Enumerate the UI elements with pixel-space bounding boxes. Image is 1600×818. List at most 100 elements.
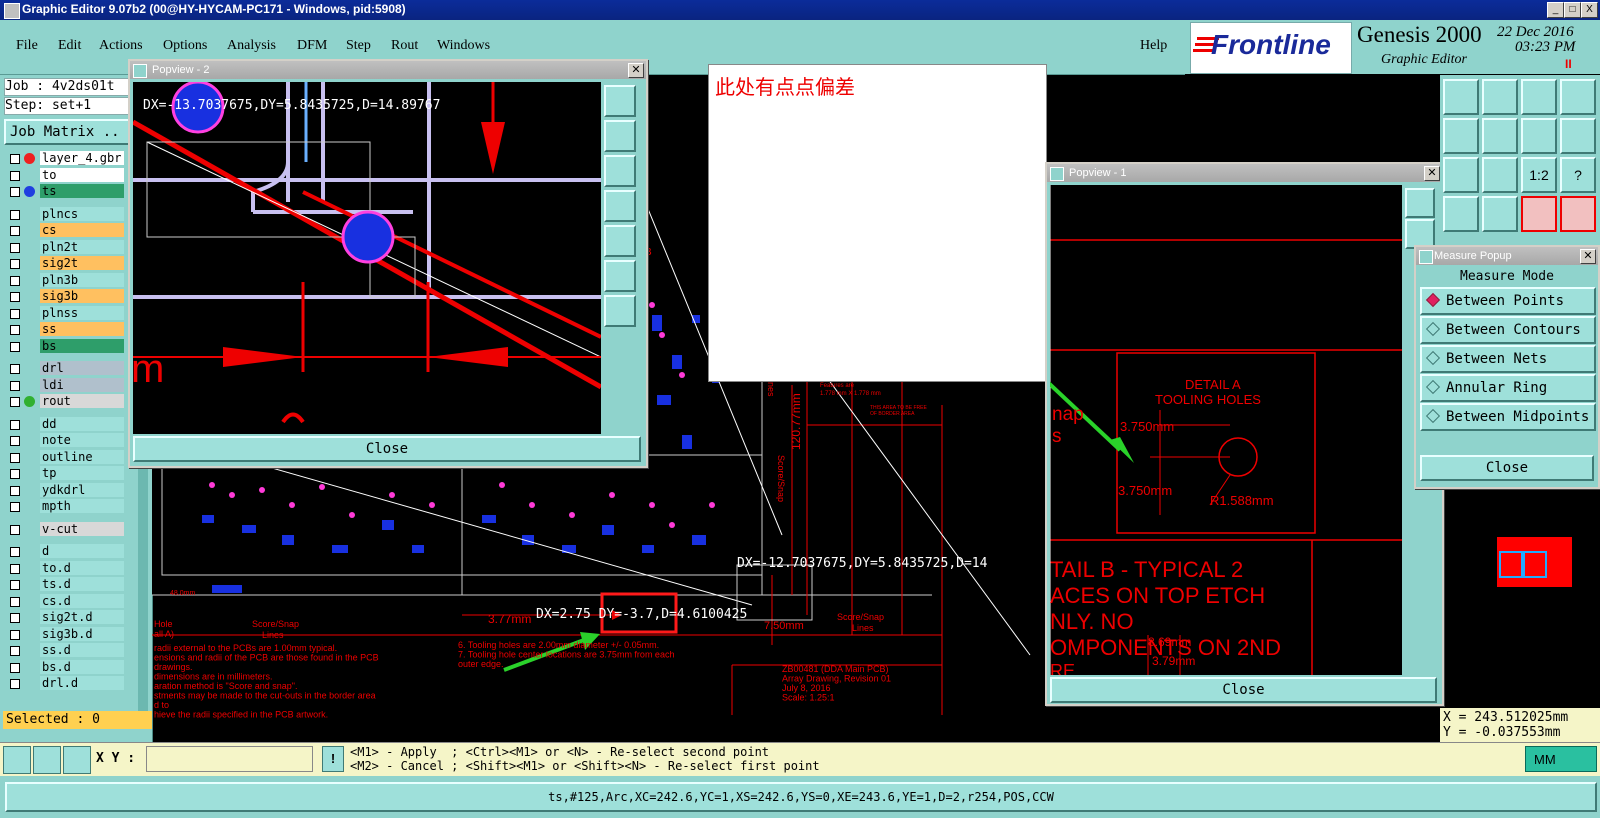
layer-checkbox[interactable] <box>10 209 20 220</box>
menu-actions[interactable]: Actions <box>99 38 143 54</box>
zoom-up-icon[interactable] <box>604 120 636 152</box>
popview-2-canvas[interactable]: DX=-13.7037675,DY=5.8435725,D=14.89767 m <box>133 82 601 434</box>
pan-right-icon[interactable] <box>604 225 636 257</box>
popview-2-close-button[interactable]: Close <box>133 436 641 462</box>
zoom-in-icon[interactable] <box>604 85 636 117</box>
menu-rout[interactable]: Rout <box>391 38 418 54</box>
layer-row[interactable]: ydkdrl <box>6 482 124 498</box>
layer-row[interactable]: bs.d <box>6 659 124 675</box>
layer-checkbox[interactable] <box>10 308 20 319</box>
measure-popup-close-button[interactable]: Close <box>1420 455 1594 481</box>
menu-options[interactable]: Options <box>163 38 207 54</box>
fit-icon[interactable] <box>604 260 636 292</box>
help-icon[interactable]: ? <box>1560 157 1596 193</box>
layer-checkbox[interactable] <box>10 292 20 302</box>
grid-mode-icon[interactable] <box>63 746 91 774</box>
layer-checkbox[interactable] <box>10 563 20 574</box>
mode-between-midpoints[interactable]: Between Midpoints <box>1420 403 1596 431</box>
layer-row[interactable]: ts.d <box>6 577 124 592</box>
layer-row[interactable]: ldi <box>6 377 124 393</box>
layer-row[interactable]: note <box>6 433 124 448</box>
layer-row[interactable]: d <box>6 544 124 559</box>
popview-1-canvas[interactable]: DETAIL A TOOLING HOLES 3.750mm 3.750mm R… <box>1050 185 1402 675</box>
mode-between-contours[interactable]: Between Contours <box>1420 316 1596 344</box>
layer-row[interactable]: plncs <box>6 206 124 222</box>
pan-right-icon[interactable] <box>1482 118 1518 154</box>
layer-checkbox[interactable] <box>10 524 20 535</box>
layer-checkbox[interactable] <box>10 547 20 557</box>
layer-checkbox[interactable] <box>10 436 20 446</box>
layer-row[interactable]: tp <box>6 466 124 481</box>
layer-checkbox[interactable] <box>10 629 20 640</box>
xy-input[interactable] <box>146 746 313 772</box>
popview-1-close-button[interactable]: Close <box>1050 677 1437 703</box>
center-icon[interactable] <box>1482 157 1518 193</box>
menu-edit[interactable]: Edit <box>58 38 81 54</box>
zoom-down-icon[interactable] <box>604 155 636 187</box>
layer-checkbox[interactable] <box>10 580 20 590</box>
minimize-button[interactable]: _ <box>1547 2 1564 18</box>
layer-row[interactable]: layer_4.gbr <box>6 151 124 166</box>
layer-checkbox[interactable] <box>10 325 20 335</box>
menu-step[interactable]: Step <box>346 38 371 54</box>
layer-checkbox[interactable] <box>10 226 20 236</box>
scale-icon[interactable]: 1:2 <box>1521 157 1557 193</box>
layer-checkbox[interactable] <box>10 596 20 607</box>
app-icon[interactable] <box>4 3 20 19</box>
layer-row[interactable]: sig3b.d <box>6 626 124 642</box>
layer-checkbox[interactable] <box>10 154 20 164</box>
layer-checkbox[interactable] <box>10 275 20 286</box>
layer-checkbox[interactable] <box>10 419 20 430</box>
layer-checkbox[interactable] <box>10 679 20 689</box>
angle-mode-icon[interactable] <box>33 746 61 774</box>
layer-row[interactable]: to.d <box>6 560 124 576</box>
layer-checkbox[interactable] <box>10 646 20 656</box>
units-select[interactable]: MM <box>1525 746 1597 772</box>
layer-checkbox[interactable] <box>10 502 20 512</box>
mode-between-points[interactable]: Between Points <box>1420 287 1596 315</box>
popview-2-close-icon[interactable]: ✕ <box>628 63 644 78</box>
mode-between-nets[interactable]: Between Nets <box>1420 345 1596 373</box>
layer-row[interactable]: bs <box>6 338 124 354</box>
layer-row[interactable]: v-cut <box>6 521 124 537</box>
measure-popup-close-icon[interactable]: ✕ <box>1580 249 1596 264</box>
layer-row[interactable]: pln2t <box>6 239 124 255</box>
layer-row[interactable]: drl.d <box>6 676 124 691</box>
route-icon[interactable] <box>1443 196 1479 232</box>
layer-checkbox[interactable] <box>10 259 20 269</box>
layer-row[interactable]: ss.d <box>6 643 124 658</box>
layer-row[interactable]: cs.d <box>6 593 124 609</box>
layer-row[interactable]: sig2t <box>6 256 124 271</box>
snap-icon[interactable] <box>1482 196 1518 232</box>
layer-checkbox[interactable] <box>10 242 20 253</box>
layer-row[interactable]: cs <box>6 223 124 238</box>
layer-checkbox[interactable] <box>10 170 20 181</box>
menu-analysis[interactable]: Analysis <box>227 38 276 54</box>
layer-checkbox[interactable] <box>10 380 20 391</box>
layer-row[interactable]: plnss <box>6 305 124 321</box>
layer-checkbox[interactable] <box>10 662 20 673</box>
layer-checkbox[interactable] <box>10 485 20 496</box>
center-icon[interactable] <box>604 295 636 327</box>
swap-icon[interactable] <box>1521 118 1557 154</box>
pan-left-icon[interactable] <box>604 190 636 222</box>
zoom-home-icon[interactable] <box>1443 79 1479 115</box>
snap-mode-icon[interactable] <box>3 746 31 774</box>
layer-row[interactable]: rout <box>6 394 124 409</box>
popview-1-close-icon[interactable]: ✕ <box>1424 166 1440 181</box>
mode-annular-ring[interactable]: Annular Ring <box>1420 374 1596 402</box>
maximize-button[interactable]: □ <box>1564 2 1581 18</box>
layer-checkbox[interactable] <box>10 452 20 463</box>
menu-dfm[interactable]: DFM <box>297 38 327 54</box>
layer-row[interactable]: mpth <box>6 499 124 514</box>
layer-row[interactable]: outline <box>6 449 124 465</box>
layer-checkbox[interactable] <box>10 469 20 479</box>
layer-row[interactable]: dd <box>6 416 124 432</box>
warning-button[interactable]: ! <box>322 746 344 772</box>
home-icon[interactable] <box>1521 79 1557 115</box>
layer-row[interactable]: drl <box>6 361 124 376</box>
fit-icon[interactable] <box>1443 157 1479 193</box>
layer-row[interactable]: pln3b <box>6 272 124 288</box>
layer-checkbox[interactable] <box>10 341 20 352</box>
layer-checkbox[interactable] <box>10 613 20 623</box>
